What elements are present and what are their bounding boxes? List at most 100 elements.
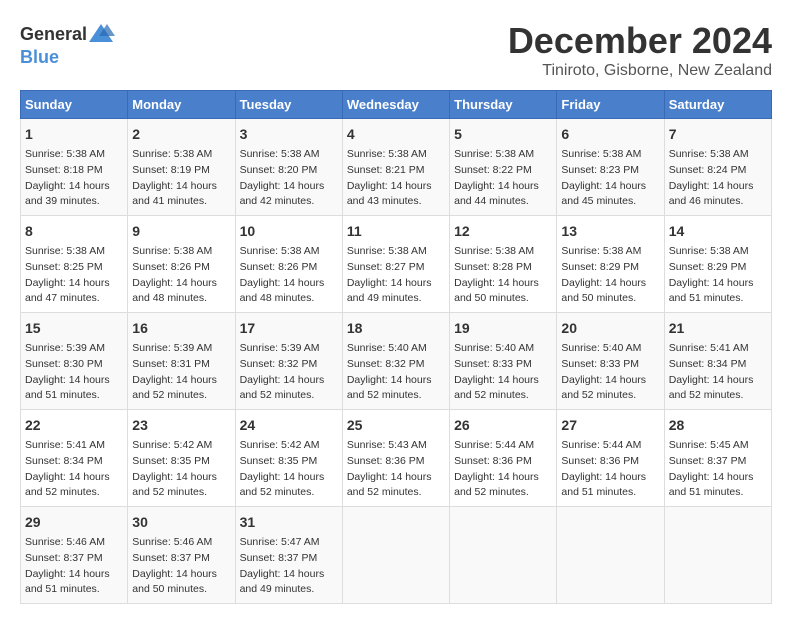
day-info: Sunrise: 5:46 AM Sunset: 8:37 PM Dayligh…	[25, 535, 123, 598]
day-info: Sunrise: 5:43 AM Sunset: 8:36 PM Dayligh…	[347, 438, 445, 501]
calendar-cell: 13Sunrise: 5:38 AM Sunset: 8:29 PM Dayli…	[557, 216, 664, 313]
calendar-cell: 2Sunrise: 5:38 AM Sunset: 8:19 PM Daylig…	[128, 119, 235, 216]
day-info: Sunrise: 5:40 AM Sunset: 8:32 PM Dayligh…	[347, 341, 445, 404]
day-number: 13	[561, 221, 659, 242]
calendar-cell: 8Sunrise: 5:38 AM Sunset: 8:25 PM Daylig…	[21, 216, 128, 313]
day-number: 23	[132, 415, 230, 436]
day-number: 25	[347, 415, 445, 436]
calendar-cell: 11Sunrise: 5:38 AM Sunset: 8:27 PM Dayli…	[342, 216, 449, 313]
day-info: Sunrise: 5:38 AM Sunset: 8:20 PM Dayligh…	[240, 147, 338, 210]
calendar-cell: 14Sunrise: 5:38 AM Sunset: 8:29 PM Dayli…	[664, 216, 771, 313]
calendar-cell: 1Sunrise: 5:38 AM Sunset: 8:18 PM Daylig…	[21, 119, 128, 216]
day-number: 10	[240, 221, 338, 242]
day-number: 18	[347, 318, 445, 339]
calendar-cell: 16Sunrise: 5:39 AM Sunset: 8:31 PM Dayli…	[128, 313, 235, 410]
day-number: 22	[25, 415, 123, 436]
day-number: 31	[240, 512, 338, 533]
calendar-cell: 7Sunrise: 5:38 AM Sunset: 8:24 PM Daylig…	[664, 119, 771, 216]
day-info: Sunrise: 5:44 AM Sunset: 8:36 PM Dayligh…	[561, 438, 659, 501]
calendar-cell: 4Sunrise: 5:38 AM Sunset: 8:21 PM Daylig…	[342, 119, 449, 216]
logo-blue: Blue	[20, 48, 59, 66]
header-thursday: Thursday	[450, 91, 557, 119]
logo-icon	[87, 20, 115, 48]
day-number: 12	[454, 221, 552, 242]
day-info: Sunrise: 5:38 AM Sunset: 8:28 PM Dayligh…	[454, 244, 552, 307]
calendar-cell: 28Sunrise: 5:45 AM Sunset: 8:37 PM Dayli…	[664, 410, 771, 507]
day-number: 11	[347, 221, 445, 242]
day-info: Sunrise: 5:47 AM Sunset: 8:37 PM Dayligh…	[240, 535, 338, 598]
calendar-cell	[557, 507, 664, 604]
day-info: Sunrise: 5:38 AM Sunset: 8:25 PM Dayligh…	[25, 244, 123, 307]
day-info: Sunrise: 5:42 AM Sunset: 8:35 PM Dayligh…	[132, 438, 230, 501]
calendar-cell: 15Sunrise: 5:39 AM Sunset: 8:30 PM Dayli…	[21, 313, 128, 410]
header-monday: Monday	[128, 91, 235, 119]
calendar-table: SundayMondayTuesdayWednesdayThursdayFrid…	[20, 90, 772, 604]
calendar-cell: 23Sunrise: 5:42 AM Sunset: 8:35 PM Dayli…	[128, 410, 235, 507]
calendar-cell: 27Sunrise: 5:44 AM Sunset: 8:36 PM Dayli…	[557, 410, 664, 507]
logo-general: General	[20, 25, 87, 43]
day-number: 4	[347, 124, 445, 145]
day-info: Sunrise: 5:39 AM Sunset: 8:32 PM Dayligh…	[240, 341, 338, 404]
calendar-cell: 18Sunrise: 5:40 AM Sunset: 8:32 PM Dayli…	[342, 313, 449, 410]
day-number: 30	[132, 512, 230, 533]
calendar-cell: 12Sunrise: 5:38 AM Sunset: 8:28 PM Dayli…	[450, 216, 557, 313]
day-info: Sunrise: 5:39 AM Sunset: 8:30 PM Dayligh…	[25, 341, 123, 404]
day-info: Sunrise: 5:38 AM Sunset: 8:29 PM Dayligh…	[669, 244, 767, 307]
calendar-cell: 6Sunrise: 5:38 AM Sunset: 8:23 PM Daylig…	[557, 119, 664, 216]
page-header: General Blue December 2024 Tiniroto, Gis…	[20, 20, 772, 80]
day-info: Sunrise: 5:38 AM Sunset: 8:23 PM Dayligh…	[561, 147, 659, 210]
day-number: 6	[561, 124, 659, 145]
header-friday: Friday	[557, 91, 664, 119]
calendar-cell	[664, 507, 771, 604]
day-info: Sunrise: 5:38 AM Sunset: 8:18 PM Dayligh…	[25, 147, 123, 210]
calendar-week-row: 15Sunrise: 5:39 AM Sunset: 8:30 PM Dayli…	[21, 313, 772, 410]
day-number: 21	[669, 318, 767, 339]
header-sunday: Sunday	[21, 91, 128, 119]
day-number: 2	[132, 124, 230, 145]
day-info: Sunrise: 5:40 AM Sunset: 8:33 PM Dayligh…	[561, 341, 659, 404]
calendar-cell: 21Sunrise: 5:41 AM Sunset: 8:34 PM Dayli…	[664, 313, 771, 410]
calendar-cell: 31Sunrise: 5:47 AM Sunset: 8:37 PM Dayli…	[235, 507, 342, 604]
logo: General Blue	[20, 20, 115, 66]
month-title: December 2024	[508, 20, 772, 62]
day-info: Sunrise: 5:38 AM Sunset: 8:29 PM Dayligh…	[561, 244, 659, 307]
day-info: Sunrise: 5:41 AM Sunset: 8:34 PM Dayligh…	[25, 438, 123, 501]
day-info: Sunrise: 5:46 AM Sunset: 8:37 PM Dayligh…	[132, 535, 230, 598]
calendar-week-row: 8Sunrise: 5:38 AM Sunset: 8:25 PM Daylig…	[21, 216, 772, 313]
day-number: 28	[669, 415, 767, 436]
calendar-cell: 19Sunrise: 5:40 AM Sunset: 8:33 PM Dayli…	[450, 313, 557, 410]
calendar-cell: 10Sunrise: 5:38 AM Sunset: 8:26 PM Dayli…	[235, 216, 342, 313]
day-number: 9	[132, 221, 230, 242]
day-number: 24	[240, 415, 338, 436]
calendar-cell: 5Sunrise: 5:38 AM Sunset: 8:22 PM Daylig…	[450, 119, 557, 216]
calendar-week-row: 1Sunrise: 5:38 AM Sunset: 8:18 PM Daylig…	[21, 119, 772, 216]
day-info: Sunrise: 5:38 AM Sunset: 8:26 PM Dayligh…	[132, 244, 230, 307]
day-number: 15	[25, 318, 123, 339]
day-info: Sunrise: 5:38 AM Sunset: 8:21 PM Dayligh…	[347, 147, 445, 210]
calendar-cell: 17Sunrise: 5:39 AM Sunset: 8:32 PM Dayli…	[235, 313, 342, 410]
day-info: Sunrise: 5:39 AM Sunset: 8:31 PM Dayligh…	[132, 341, 230, 404]
day-info: Sunrise: 5:38 AM Sunset: 8:26 PM Dayligh…	[240, 244, 338, 307]
day-info: Sunrise: 5:44 AM Sunset: 8:36 PM Dayligh…	[454, 438, 552, 501]
calendar-cell: 22Sunrise: 5:41 AM Sunset: 8:34 PM Dayli…	[21, 410, 128, 507]
day-number: 26	[454, 415, 552, 436]
location-title: Tiniroto, Gisborne, New Zealand	[508, 62, 772, 80]
calendar-week-row: 22Sunrise: 5:41 AM Sunset: 8:34 PM Dayli…	[21, 410, 772, 507]
day-info: Sunrise: 5:38 AM Sunset: 8:24 PM Dayligh…	[669, 147, 767, 210]
calendar-header-row: SundayMondayTuesdayWednesdayThursdayFrid…	[21, 91, 772, 119]
day-number: 16	[132, 318, 230, 339]
day-info: Sunrise: 5:38 AM Sunset: 8:27 PM Dayligh…	[347, 244, 445, 307]
day-number: 3	[240, 124, 338, 145]
calendar-cell	[342, 507, 449, 604]
day-info: Sunrise: 5:40 AM Sunset: 8:33 PM Dayligh…	[454, 341, 552, 404]
header-tuesday: Tuesday	[235, 91, 342, 119]
day-number: 20	[561, 318, 659, 339]
calendar-cell: 30Sunrise: 5:46 AM Sunset: 8:37 PM Dayli…	[128, 507, 235, 604]
day-number: 27	[561, 415, 659, 436]
calendar-cell: 3Sunrise: 5:38 AM Sunset: 8:20 PM Daylig…	[235, 119, 342, 216]
calendar-cell: 26Sunrise: 5:44 AM Sunset: 8:36 PM Dayli…	[450, 410, 557, 507]
calendar-cell: 9Sunrise: 5:38 AM Sunset: 8:26 PM Daylig…	[128, 216, 235, 313]
day-number: 14	[669, 221, 767, 242]
day-number: 1	[25, 124, 123, 145]
day-info: Sunrise: 5:41 AM Sunset: 8:34 PM Dayligh…	[669, 341, 767, 404]
